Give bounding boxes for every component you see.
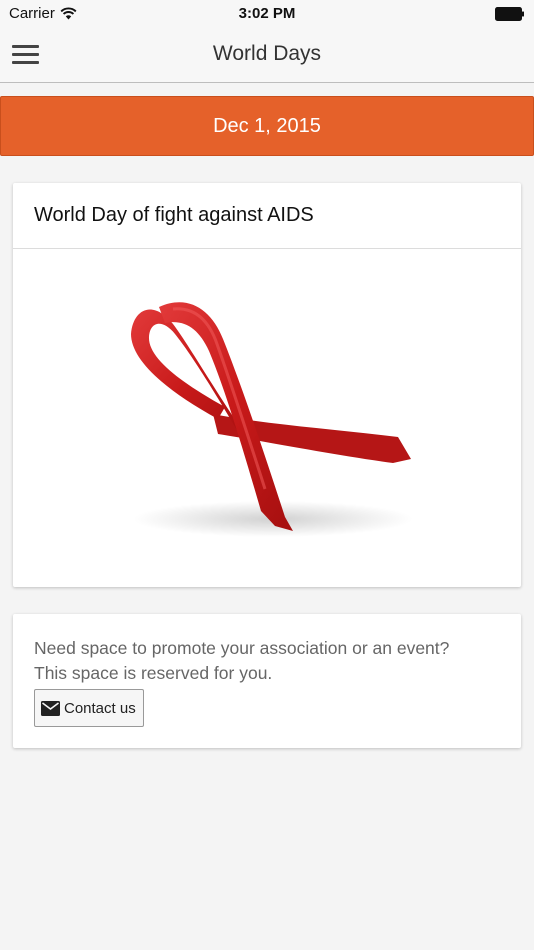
red-ribbon-image <box>131 302 413 537</box>
event-title: World Day of fight against AIDS <box>13 183 521 249</box>
status-bar: Carrier 3:02 PM <box>0 0 534 28</box>
contact-us-label: Contact us <box>64 699 136 717</box>
contact-us-button[interactable]: Contact us <box>34 689 144 727</box>
status-time: 3:02 PM <box>238 5 296 22</box>
promo-line-1: Need space to promote your association o… <box>34 638 450 658</box>
event-card[interactable]: World Day of fight against AIDS <box>13 183 521 587</box>
navigation-bar: World Days <box>0 28 534 83</box>
envelope-icon <box>41 700 60 716</box>
battery-icon <box>495 7 524 21</box>
page-title: World Days <box>212 42 322 65</box>
promo-card: Need space to promote your association o… <box>13 614 521 748</box>
promo-line-2: This space is reserved for you. <box>34 663 273 683</box>
promo-text: Need space to promote your association o… <box>34 636 504 686</box>
date-button[interactable]: Dec 1, 2015 <box>0 96 534 156</box>
